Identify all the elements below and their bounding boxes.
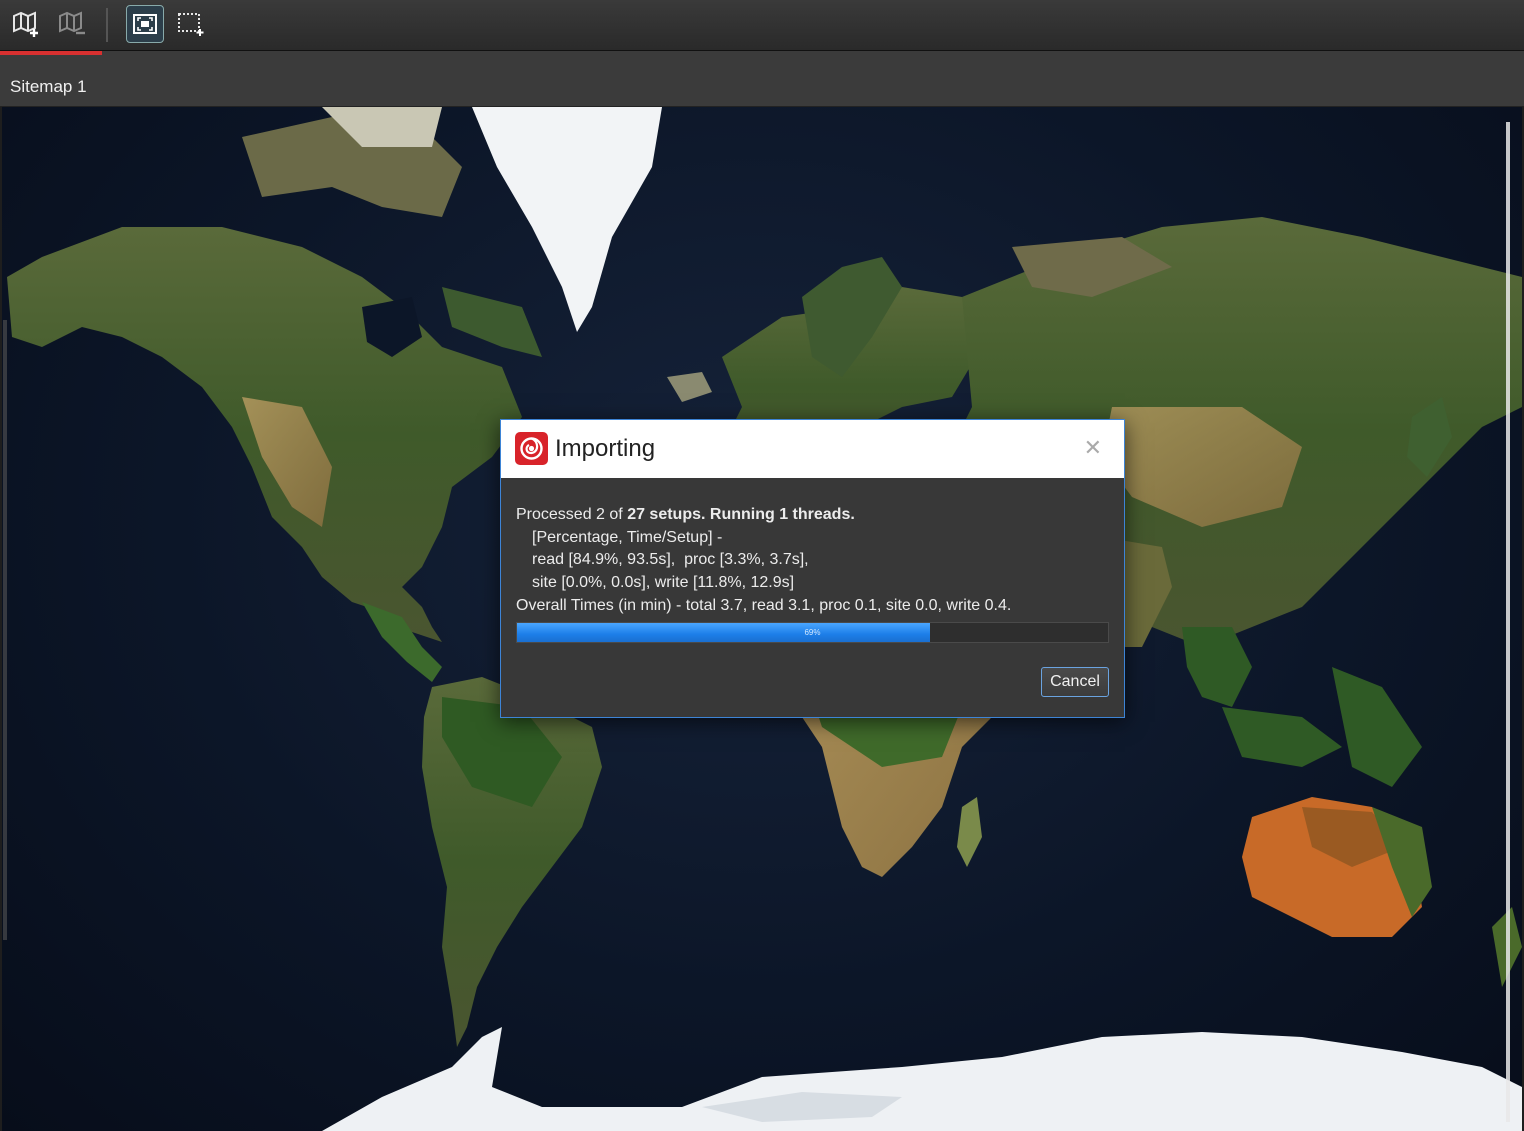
status-rest: setups. Running 1 threads. [644, 506, 855, 523]
detail-read-proc-line: read [84.9%, 93.5s], proc [3.3%, 3.7s], [532, 551, 809, 569]
dialog-title-bar[interactable]: Importing ✕ [501, 420, 1124, 478]
select-region-icon [178, 13, 204, 36]
importing-dialog: Importing ✕ Processed 2 of 27 setups. Ru… [500, 419, 1125, 718]
tab-bar: Sitemap 1 [0, 51, 1524, 107]
tab-label: Sitemap 1 [10, 77, 87, 96]
app-logo-icon [515, 432, 548, 465]
select-region-button[interactable] [172, 6, 208, 42]
toolbar [0, 0, 1524, 51]
fit-to-window-button[interactable] [126, 5, 164, 43]
remove-map-button[interactable] [54, 6, 90, 42]
left-resize-edge[interactable] [3, 320, 7, 940]
detail-site-write-line: site [0.0%, 0.0s], write [11.8%, 12.9s] [532, 574, 795, 592]
tab-sitemap-1[interactable]: Sitemap 1 [0, 51, 102, 106]
add-map-button[interactable] [8, 6, 44, 42]
vertical-scrollbar[interactable] [1506, 122, 1510, 1122]
close-icon[interactable]: ✕ [1084, 436, 1102, 460]
cancel-button[interactable]: Cancel [1041, 667, 1109, 697]
detail-header-line: [Percentage, Time/Setup] - [532, 528, 723, 546]
remove-map-icon [59, 11, 85, 35]
status-of: of [604, 506, 628, 523]
progress-label: 69% [804, 628, 821, 637]
status-total: 27 [627, 506, 645, 523]
add-map-icon [13, 11, 38, 37]
dialog-title: Importing [555, 435, 656, 462]
toolbar-separator [106, 8, 108, 42]
dialog-body: Processed 2 of 27 setups. Running 1 thre… [516, 504, 1011, 618]
import-progress-bar: 69% [516, 622, 1109, 643]
fit-to-window-icon [133, 14, 157, 34]
status-line: Processed 2 of 27 setups. Running 1 thre… [516, 504, 1011, 527]
status-prefix: Processed [516, 506, 597, 523]
status-done: 2 [596, 506, 605, 523]
overall-times-line: Overall Times (in min) - total 3.7, read… [516, 596, 1012, 614]
